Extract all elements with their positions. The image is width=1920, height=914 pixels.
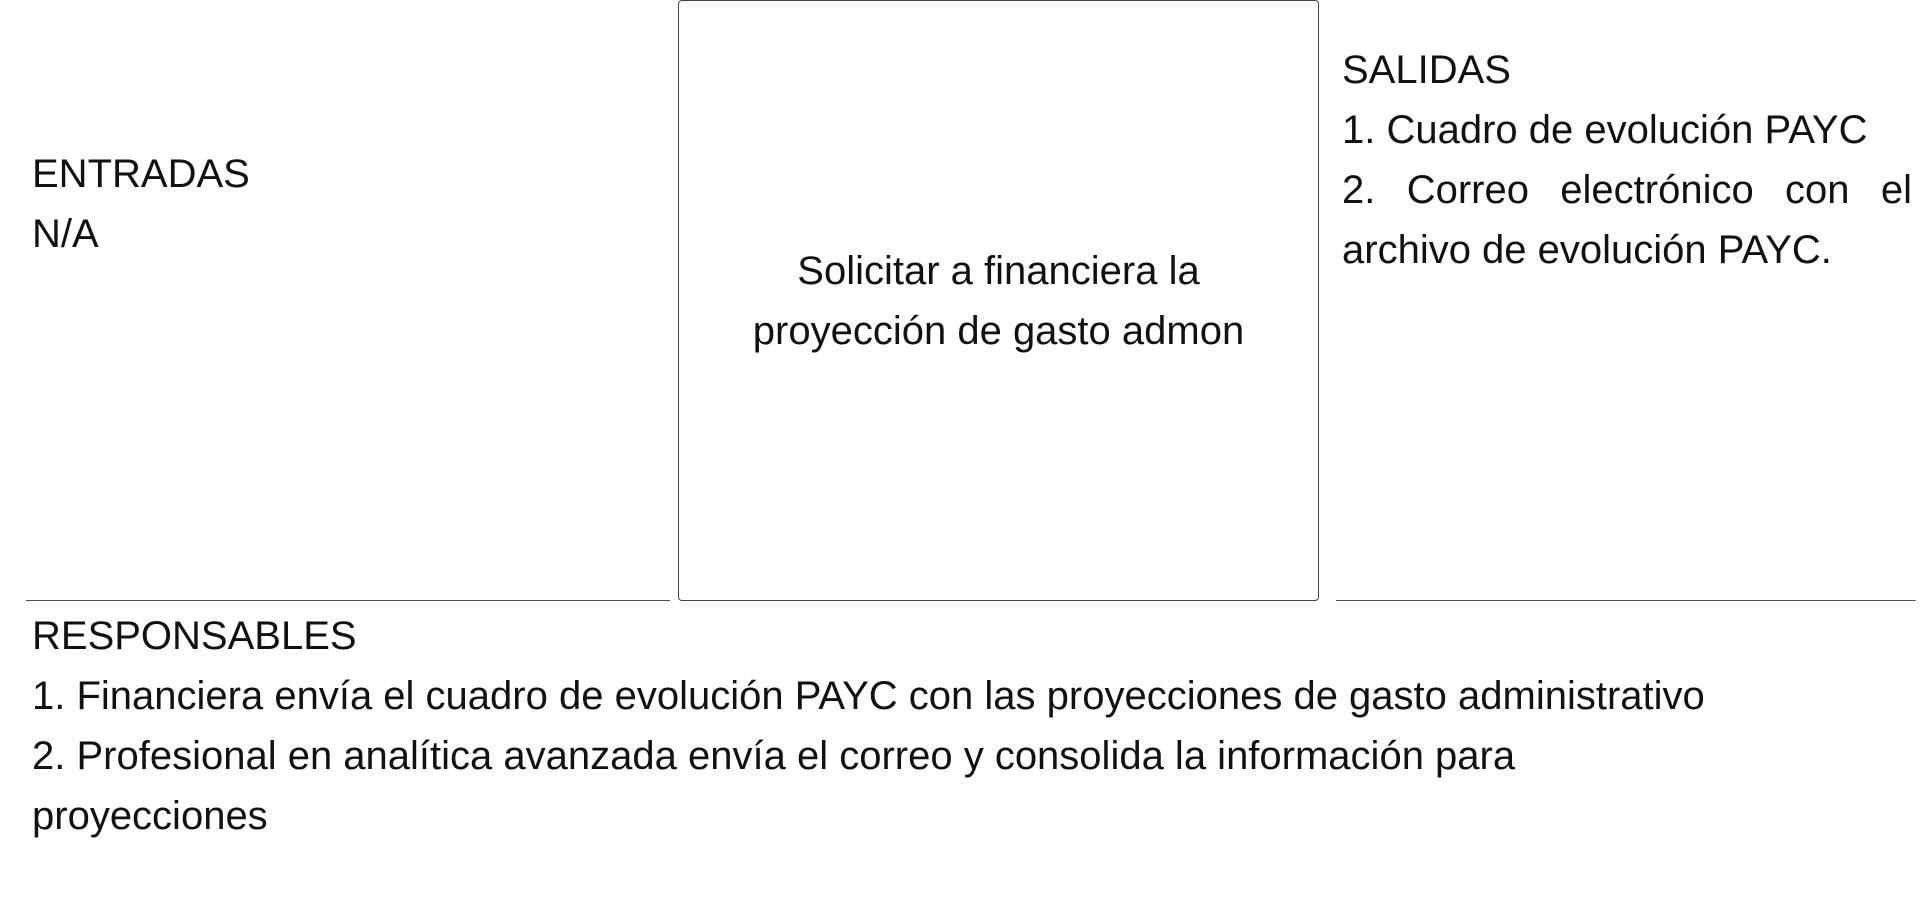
process-box: Solicitar a financiera la proyección de …: [678, 0, 1319, 601]
entradas-section: ENTRADAS N/A: [32, 144, 632, 264]
salidas-section: SALIDAS 1. Cuadro de evolución PAYC 2. C…: [1342, 40, 1912, 280]
responsables-section: RESPONSABLES 1. Financiera envía el cuad…: [32, 606, 1832, 846]
salidas-item: 1. Cuadro de evolución PAYC: [1342, 108, 1868, 152]
separator-left: [26, 600, 670, 601]
entradas-value: N/A: [32, 212, 99, 256]
salidas-title: SALIDAS: [1342, 48, 1511, 92]
entradas-title: ENTRADAS: [32, 152, 250, 196]
responsables-title: RESPONSABLES: [32, 614, 357, 658]
process-text: Solicitar a financiera la proyección de …: [752, 248, 1245, 353]
responsables-item: 1. Financiera envía el cuadro de evoluci…: [32, 674, 1705, 718]
salidas-item: 2. Correo electrónico con el archivo de …: [1342, 168, 1912, 272]
separator-right: [1336, 600, 1916, 601]
responsables-item: 2. Profesional en analítica avanzada env…: [32, 734, 1516, 838]
